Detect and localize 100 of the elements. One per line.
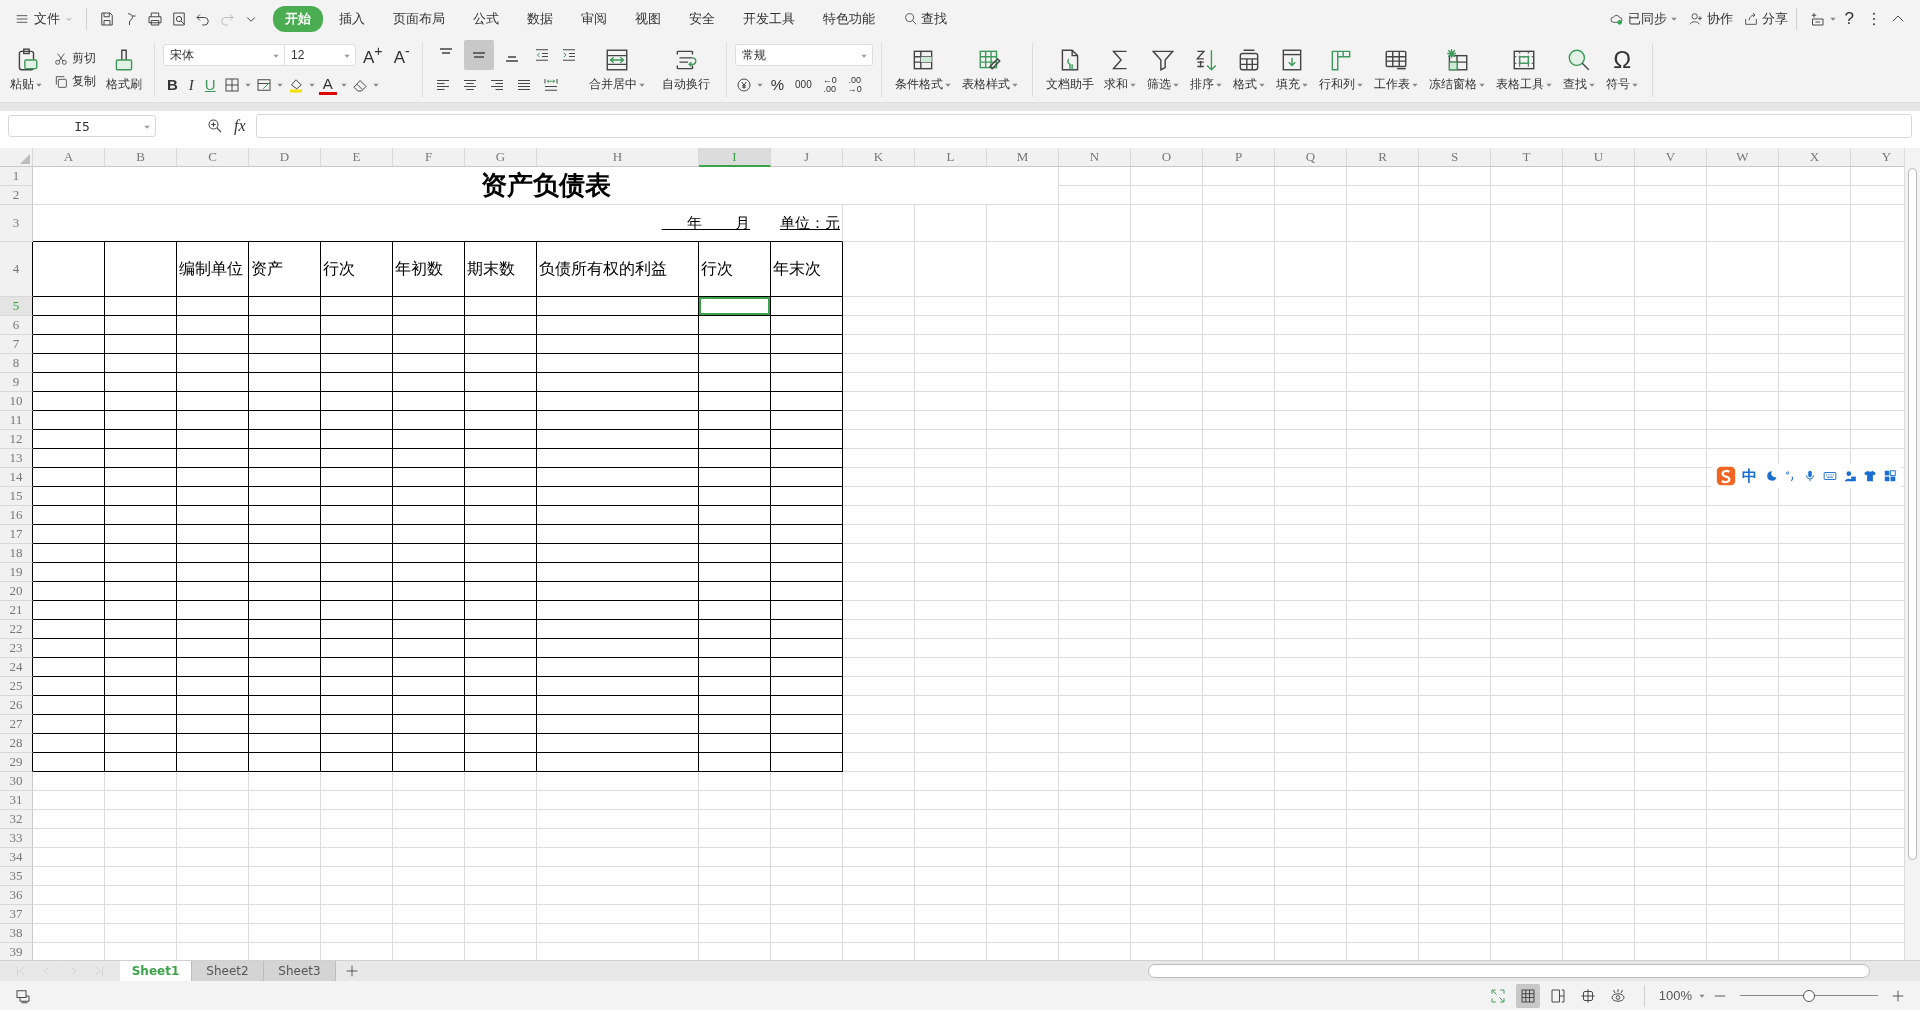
menu-tab[interactable]: 视图 [623,6,673,32]
column-header[interactable]: I [699,148,771,167]
distribute-icon[interactable] [541,76,560,94]
print-preview-icon[interactable] [170,10,188,28]
number-style-button[interactable]: % [766,75,789,95]
menu-tab[interactable]: 插入 [327,6,377,32]
menu-tab[interactable]: 页面布局 [381,6,457,32]
horizontal-scrollbar[interactable] [1148,964,1870,978]
name-box[interactable]: I5 [8,115,156,137]
ribbon-button[interactable]: Ω 符号 [1600,45,1644,95]
row-header[interactable]: 16 [0,506,33,525]
column-header[interactable]: G [465,148,537,167]
number-format-dropdown[interactable]: 常规 [734,44,873,66]
row-header[interactable]: 30 [0,772,33,791]
row-header[interactable]: 22 [0,620,33,639]
text-style-button[interactable]: U [200,75,220,95]
row-header[interactable]: 7 [0,335,33,354]
function-button[interactable]: fx [234,117,246,135]
column-header[interactable]: R [1347,148,1419,167]
column-header[interactable]: B [105,148,177,167]
sheet-tab[interactable]: Sheet2 [192,961,264,981]
row-header[interactable]: 36 [0,886,33,905]
ribbon-button[interactable]: 冻结窗格 [1423,45,1491,95]
font-size-button[interactable]: A$^{-}$ [389,41,414,69]
row-header[interactable]: 39 [0,943,33,960]
number-style-button[interactable]: 000 [791,75,816,95]
column-header[interactable]: M [987,148,1059,167]
row-header[interactable]: 14 [0,468,33,487]
row-header[interactable]: 33 [0,829,33,848]
font-name-dropdown[interactable]: 宋体 [163,44,285,66]
menu-tab[interactable]: 特色功能 [811,6,887,32]
grid-icon[interactable] [1883,469,1897,483]
row-header[interactable]: 5 [0,297,33,316]
row-header[interactable]: 21 [0,601,33,620]
sheet-tab[interactable]: Sheet3 [264,961,336,981]
ribbon-button[interactable]: 格式 [1227,45,1271,95]
column-header[interactable]: Y [1851,148,1904,167]
column-header[interactable]: P [1203,148,1275,167]
column-header[interactable]: H [537,148,699,167]
row-header[interactable]: 26 [0,696,33,715]
ribbon-button[interactable]: 文档助手 [1040,45,1099,95]
slider-thumb[interactable] [1803,989,1815,1002]
zoom-icon[interactable] [206,117,224,135]
row-header[interactable]: 12 [0,430,33,449]
row-header[interactable]: 32 [0,810,33,829]
align-middle-button[interactable] [463,40,494,70]
ribbon-button[interactable]: 表格工具 [1490,45,1558,95]
menu-tab[interactable]: 公式 [461,6,511,32]
ribbon-button[interactable]: 自动换行 [653,45,718,95]
print-icon[interactable] [146,10,164,28]
column-header[interactable]: D [249,148,321,167]
currency-icon[interactable] [734,76,753,94]
row-header[interactable]: 9 [0,373,33,392]
format-painter-button[interactable]: 格式刷 [102,45,146,95]
formula-input[interactable] [255,114,1912,138]
column-header[interactable]: F [393,148,465,167]
ribbon-button[interactable]: 排序 [1184,45,1228,95]
column-header[interactable]: J [771,148,843,167]
row-header[interactable]: 29 [0,753,33,772]
column-header[interactable]: T [1491,148,1563,167]
column-header[interactable]: V [1635,148,1707,167]
keyboard-icon[interactable] [1823,469,1837,483]
text-style-button[interactable]: B [163,75,182,95]
row-header[interactable]: 23 [0,639,33,658]
microphone-icon[interactable] [1803,469,1817,483]
menu-tab[interactable]: 数据 [515,6,565,32]
column-header[interactable]: A [33,148,105,167]
column-header[interactable]: E [321,148,393,167]
row-header[interactable]: 15 [0,487,33,506]
sheet-tab[interactable]: Sheet1 [120,961,192,981]
row-header[interactable]: 37 [0,905,33,924]
cell-style-icon[interactable] [254,76,273,94]
row-header[interactable]: 35 [0,867,33,886]
ribbon-button[interactable]: 行和列 [1313,45,1369,95]
paste-button[interactable]: 粘贴 [6,45,47,95]
column-header[interactable]: Q [1275,148,1347,167]
row-header[interactable]: 1 [0,167,33,186]
toolbar-action[interactable]: 协作 [1687,10,1733,28]
row-header[interactable]: 31 [0,791,33,810]
column-header[interactable]: O [1131,148,1203,167]
ribbon-button[interactable]: 合并居中 [580,45,654,95]
text-style-button[interactable]: I [184,75,198,95]
column-header[interactable]: S [1419,148,1491,167]
row-header[interactable]: 4 [0,242,33,297]
column-header[interactable]: L [915,148,987,167]
menu-tab[interactable]: 开始 [273,6,323,32]
row-header[interactable]: 17 [0,525,33,544]
ribbon-button[interactable]: 填充 [1270,45,1314,95]
row-header[interactable]: 13 [0,449,33,468]
row-header[interactable]: 19 [0,563,33,582]
column-header[interactable]: K [843,148,915,167]
row-header[interactable]: 27 [0,715,33,734]
row-header[interactable]: 10 [0,392,33,411]
column-header[interactable]: X [1779,148,1851,167]
save-icon[interactable] [98,10,116,28]
search-button[interactable]: 查找 [903,10,947,28]
row-header[interactable]: 2 [0,186,33,205]
ribbon-button[interactable]: 求和 [1098,45,1142,95]
font-color-button[interactable]: A [318,75,337,95]
row-header[interactable]: 11 [0,411,33,430]
